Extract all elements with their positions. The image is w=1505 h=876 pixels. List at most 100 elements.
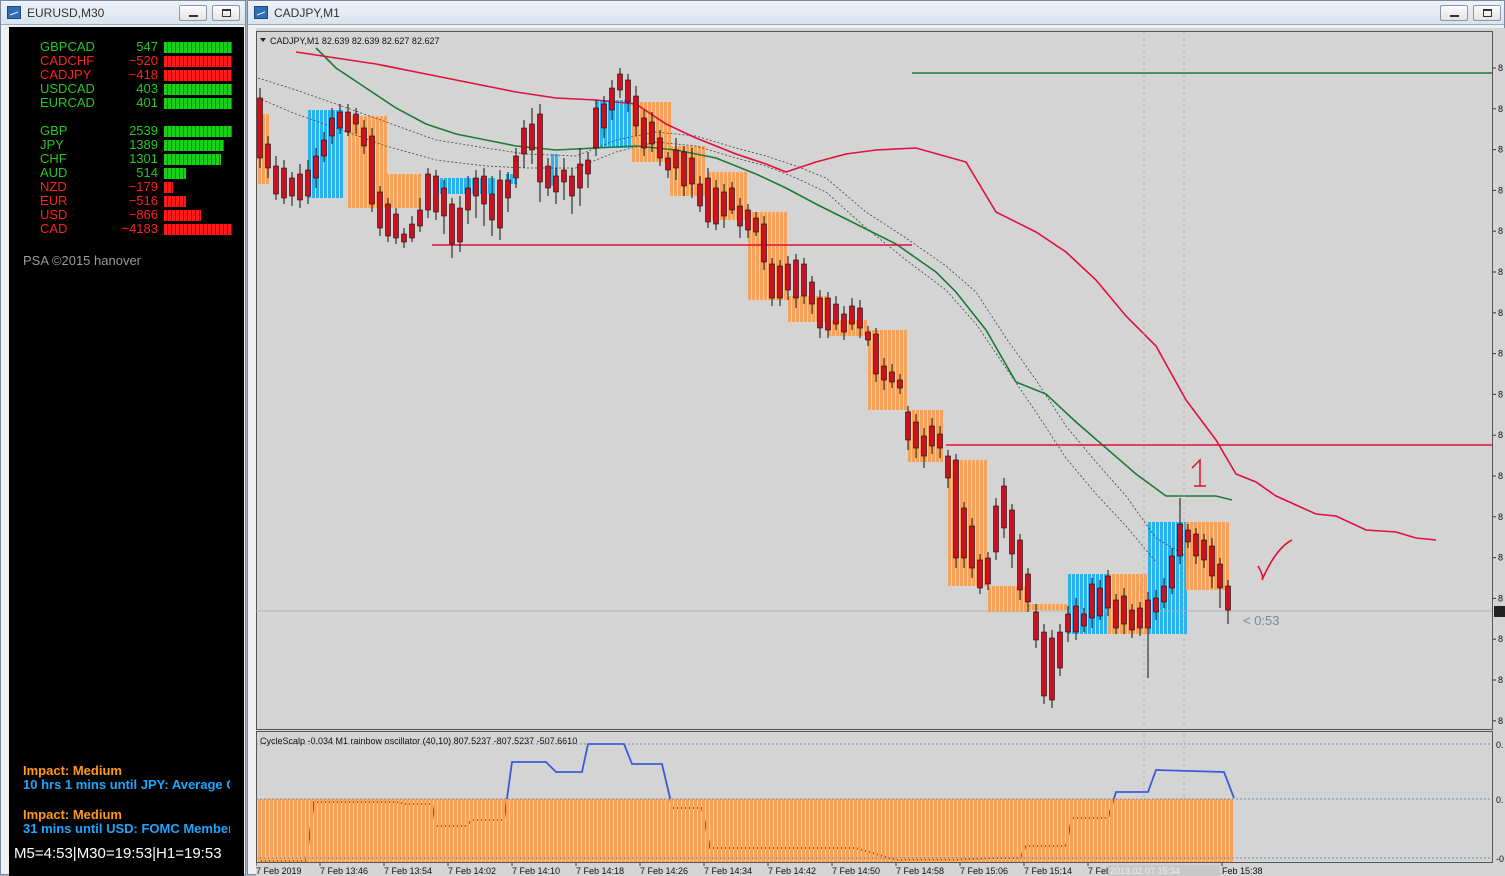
- candlestick: [761, 216, 767, 270]
- rainbow-box-stripe: [904, 330, 907, 410]
- oscillator-bar: [598, 799, 601, 862]
- oscillator-bar: [406, 799, 409, 862]
- oscillator-bar: [718, 799, 721, 862]
- candle-body: [329, 117, 335, 137]
- candle-body: [529, 123, 535, 151]
- strength-bar: [164, 84, 232, 95]
- candle-body: [649, 121, 655, 145]
- oscillator-bar: [1170, 799, 1173, 862]
- main-window-titlebar[interactable]: CADJPY,M1: [248, 1, 1504, 25]
- strength-bar: [164, 182, 173, 193]
- minimize-icon: [1450, 9, 1459, 17]
- oscillator-bar: [938, 799, 941, 862]
- candlestick: [369, 128, 375, 212]
- cadjpy-chart-window[interactable]: CADJPY,M1 CADJPY,M1 82.639 82.639 82.627…: [247, 0, 1505, 876]
- y-axis-tick-label: 8: [1498, 226, 1503, 236]
- strength-bar: [164, 70, 232, 81]
- candle-body: [1001, 485, 1007, 529]
- minimize-button[interactable]: [1440, 5, 1468, 21]
- strength-symbol: CAD: [40, 221, 68, 236]
- oscillator-bar: [1158, 799, 1161, 862]
- strength-value: 1389: [129, 137, 158, 152]
- candlestick: [977, 554, 983, 594]
- y-axis-tick-label: 8: [1498, 430, 1503, 440]
- rainbow-box-stripe: [488, 178, 491, 194]
- rainbow-box-stripe: [1064, 604, 1067, 610]
- candle-body: [425, 173, 431, 211]
- oscillator-bar: [526, 799, 529, 862]
- oscillator-bar: [390, 799, 393, 862]
- price-chart[interactable]: CADJPY,M1 82.639 82.639 82.627 82.627 < 0…: [256, 28, 1505, 876]
- candle-body: [945, 455, 951, 479]
- oscillator-bar: [382, 799, 385, 862]
- left-window-titlebar[interactable]: EURUSD,M30: [1, 1, 245, 25]
- strength-bar: [164, 196, 186, 207]
- rainbow-box-stripe: [394, 174, 397, 208]
- oscillator-bar: [474, 799, 477, 862]
- oscillator-bar: [970, 799, 973, 862]
- candle-body: [689, 157, 695, 185]
- oscillator-bar: [662, 799, 665, 862]
- strength-row-jpy: JPY 1389: [9, 138, 244, 152]
- oscillator-bar: [818, 799, 821, 862]
- y-axis-tick-label: 8: [1498, 716, 1503, 726]
- oscillator-bar: [398, 799, 401, 862]
- oscillator-bar: [1006, 799, 1009, 862]
- oscillator-bar: [362, 799, 365, 862]
- oscillator-bar: [290, 799, 293, 862]
- strength-row-cadjpy: CADJPY −418: [9, 68, 244, 82]
- oscillator-bar: [502, 799, 505, 862]
- candle-body: [641, 117, 647, 149]
- oscillator-bar: [1114, 799, 1117, 862]
- minimize-icon: [189, 9, 198, 17]
- oscillator-bar: [906, 799, 909, 862]
- oscillator-bar: [590, 799, 593, 862]
- oscillator-bar: [1070, 799, 1073, 862]
- y-axis-tick-label: 8: [1498, 389, 1503, 399]
- oscillator-bar: [1118, 799, 1121, 862]
- oscillator-bar: [434, 799, 437, 862]
- candle-body: [481, 175, 487, 205]
- candle-body: [497, 179, 503, 229]
- candle-body: [505, 179, 511, 199]
- rainbow-box-stripe: [398, 174, 401, 208]
- oscillator-bar: [562, 799, 565, 862]
- oscillator-bar: [694, 799, 697, 862]
- candle-body: [1041, 631, 1047, 697]
- strength-symbol: CHF: [40, 151, 67, 166]
- oscillator-bar: [1090, 799, 1093, 862]
- candle-body: [385, 203, 391, 237]
- candle-body: [905, 411, 911, 441]
- rainbow-box-stripe: [406, 174, 409, 208]
- candle-body: [377, 191, 383, 229]
- oscillator-bar: [638, 799, 641, 862]
- rainbow-box-stripe: [1060, 604, 1063, 610]
- chart-window-icon: [254, 6, 268, 19]
- oscillator-bar: [366, 799, 369, 862]
- oscillator-bar: [1086, 799, 1089, 862]
- oscillator-bar: [1186, 799, 1189, 862]
- market-strength-window[interactable]: EURUSD,M30 GBPCAD 547 CADCHF −520 CADJPY −418…: [0, 0, 246, 876]
- y-axis-tick-label: 8: [1498, 104, 1503, 114]
- oscillator-bar: [798, 799, 801, 862]
- strength-value: −4183: [121, 221, 158, 236]
- candle-body: [761, 223, 767, 263]
- strength-row-nzd: NZD −179: [9, 180, 244, 194]
- oscillator-bar: [594, 799, 597, 862]
- minimize-button[interactable]: [179, 5, 207, 21]
- oscillator-bar: [742, 799, 745, 862]
- rainbow-box-stripe: [1004, 586, 1007, 612]
- candle-body: [489, 193, 495, 221]
- y-axis-tick-label: 8: [1498, 634, 1503, 644]
- strength-symbol: GBP: [40, 123, 68, 138]
- oscillator-bar: [1078, 799, 1081, 862]
- left-window-title: EURUSD,M30: [27, 6, 105, 20]
- restore-button[interactable]: [212, 5, 240, 21]
- oscillator-bar: [958, 799, 961, 862]
- strength-value: −516: [128, 193, 158, 208]
- chart-window-icon: [7, 6, 21, 19]
- restore-button[interactable]: [1473, 5, 1501, 21]
- candle-body: [321, 139, 327, 157]
- oscillator-bar: [454, 799, 457, 862]
- oscillator-bar: [278, 799, 281, 862]
